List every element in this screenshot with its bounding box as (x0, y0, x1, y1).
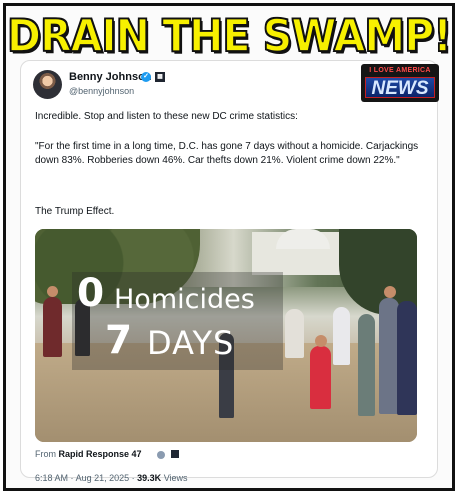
meta-separator: · (131, 473, 135, 483)
author-name[interactable]: Benny Johnson (69, 71, 152, 83)
tweet-meta[interactable]: 6:18 AM · Aug 21, 2025 · 39.3K Views (35, 473, 188, 483)
meta-separator: · (70, 473, 74, 483)
author-handle[interactable]: @bennyjohnson (69, 86, 134, 96)
person-figure (397, 301, 417, 415)
person-figure (43, 297, 62, 357)
views-label: Views (163, 473, 188, 483)
days-count: 7 (105, 318, 133, 363)
tweet-text-quote: "For the first time in a long time, D.C.… (35, 141, 419, 166)
media-source[interactable]: From Rapid Response 47 (35, 449, 142, 459)
person-figure (358, 314, 375, 416)
avatar[interactable] (33, 70, 62, 99)
tweet-text-closing: The Trump Effect. (35, 206, 115, 217)
homicides-count: 0 (77, 271, 105, 316)
tweet-time[interactable]: 6:18 AM (35, 473, 68, 483)
news-logo-title: NEWS (365, 77, 435, 99)
person-figure (285, 309, 304, 358)
source-affiliate-icon (171, 450, 179, 458)
person-figure (333, 307, 350, 365)
video-thumbnail[interactable]: 0 Homicides 7 DAYS (35, 229, 417, 442)
tweet-date[interactable]: Aug 21, 2025 (76, 473, 130, 483)
person-head (384, 286, 396, 298)
news-logo: I LOVE AMERICA NEWS (361, 64, 439, 102)
person-head (315, 335, 327, 347)
person-figure (310, 346, 331, 409)
source-verified-icon (157, 451, 165, 459)
views-count: 39.3K (137, 473, 162, 483)
capitol-dome (276, 229, 330, 249)
source-prefix: From (35, 449, 56, 459)
person-figure (379, 298, 399, 414)
source-name[interactable]: Rapid Response 47 (59, 449, 142, 459)
days-label: DAYS (147, 324, 235, 362)
tweet-text-intro: Incredible. Stop and listen to these new… (35, 111, 298, 122)
news-logo-tagline: I LOVE AMERICA (369, 67, 431, 74)
verified-badge-icon: ✓ (141, 72, 151, 82)
person-head (47, 286, 58, 297)
affiliate-badge-icon: ▦ (155, 72, 165, 82)
homicides-label: Homicides (114, 284, 255, 315)
meme-headline: DRAIN THE SWAMP! (6, 9, 453, 63)
